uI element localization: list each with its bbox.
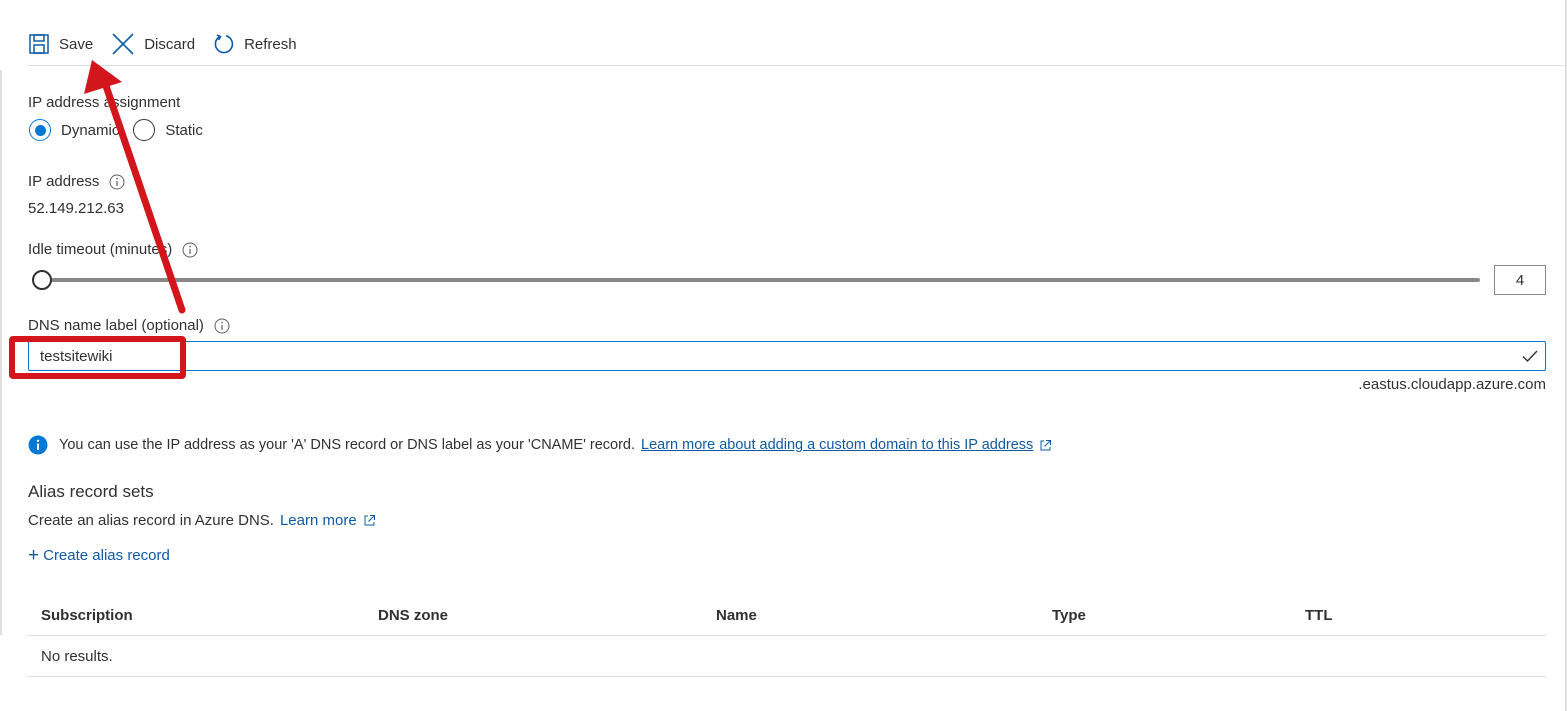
dns-name-field[interactable] (28, 341, 1546, 371)
info-message: You can use the IP address as your 'A' D… (28, 434, 1052, 456)
left-border (0, 70, 2, 635)
external-link-icon (1039, 439, 1052, 452)
ip-assignment-label: IP address assignment (28, 94, 181, 111)
idle-timeout-label: Idle timeout (minutes) (28, 241, 198, 258)
info-icon[interactable] (182, 242, 198, 258)
dns-name-input[interactable] (40, 347, 1500, 365)
refresh-icon (214, 34, 234, 54)
info-icon (28, 435, 48, 455)
no-results-text: No results. (41, 648, 113, 665)
alias-section-title: Alias record sets (28, 482, 154, 501)
radio-dynamic-label: Dynamic (61, 121, 120, 139)
radio-static[interactable]: Static (133, 119, 203, 141)
external-link-icon (363, 514, 376, 527)
idle-timeout-slider-thumb[interactable] (32, 270, 52, 290)
close-icon (112, 33, 134, 55)
alias-description: Create an alias record in Azure DNS. Lea… (28, 512, 376, 529)
save-icon (29, 34, 49, 54)
dns-label: DNS name label (optional) (28, 317, 230, 334)
save-label: Save (59, 35, 94, 53)
radio-static-label: Static (165, 121, 203, 139)
discard-label: Discard (144, 35, 196, 53)
column-header-type[interactable]: Type (1052, 607, 1086, 624)
table-empty-row: No results. (28, 637, 1546, 677)
command-bar: Save Discard Refresh (28, 26, 315, 62)
info-icon[interactable] (214, 318, 230, 334)
column-header-name[interactable]: Name (716, 607, 757, 624)
column-header-subscription[interactable]: Subscription (41, 607, 133, 624)
column-header-ttl[interactable]: TTL (1305, 607, 1333, 624)
refresh-label: Refresh (244, 35, 297, 53)
column-header-dns-zone[interactable]: DNS zone (378, 607, 448, 624)
dns-suffix: .eastus.cloudapp.azure.com (1358, 376, 1546, 393)
alias-table-header: Subscription DNS zone Name Type TTL (28, 596, 1546, 636)
annotation-highlight-box (9, 336, 186, 379)
ip-address-label: IP address (28, 173, 125, 190)
radio-static-indicator (133, 119, 156, 141)
create-alias-label: Create alias record (43, 547, 170, 564)
idle-timeout-slider-track[interactable] (42, 278, 1480, 282)
create-alias-record-button[interactable]: + Create alias record (28, 546, 170, 565)
discard-button[interactable]: Discard (111, 26, 195, 62)
custom-domain-link[interactable]: Learn more about adding a custom domain … (641, 437, 1033, 453)
radio-dynamic[interactable]: Dynamic (29, 119, 119, 141)
ip-assignment-radio-group: Dynamic Static (29, 117, 217, 143)
toolbar-divider (28, 65, 1565, 66)
checkmark-icon (1522, 350, 1538, 363)
radio-dynamic-indicator (29, 119, 51, 141)
plus-icon: + (28, 545, 40, 566)
idle-timeout-value-input[interactable]: 4 (1494, 265, 1546, 295)
ip-address-value: 52.149.212.63 (28, 200, 124, 217)
info-icon[interactable] (109, 174, 125, 190)
info-text: You can use the IP address as your 'A' D… (59, 437, 636, 453)
save-button[interactable]: Save (28, 26, 93, 62)
refresh-button[interactable]: Refresh (213, 26, 297, 62)
learn-more-link[interactable]: Learn more (280, 512, 357, 529)
